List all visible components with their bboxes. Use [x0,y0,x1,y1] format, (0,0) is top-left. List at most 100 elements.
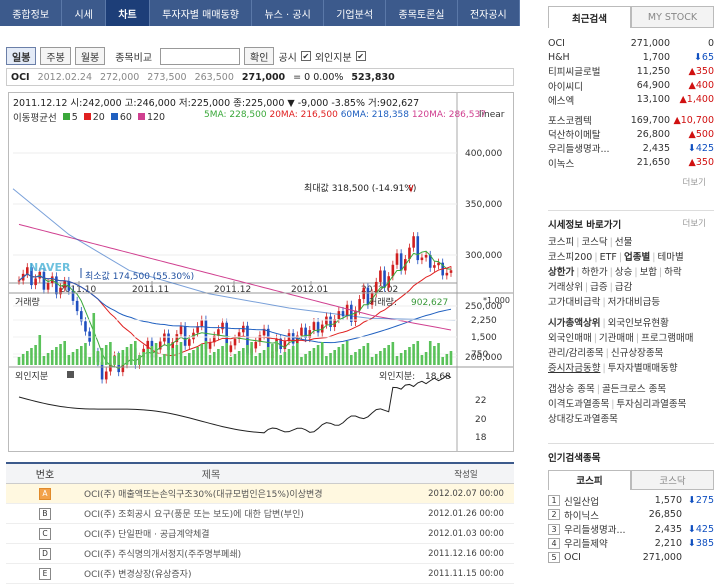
shortcut-link[interactable]: 이격도과열종목 [548,399,609,410]
compare-input[interactable] [160,47,241,65]
popular-name[interactable]: OCI [564,552,636,563]
shortcut-link[interactable]: 기관매매 [599,333,634,344]
ma120-legend[interactable]: 120 [137,112,165,123]
shortcut-link[interactable]: 저가대비급등 [608,297,660,308]
recent-item[interactable]: 우리들생명과... 2,435 ⬇425 [548,141,714,156]
nav-tab-4[interactable]: 뉴스 · 공시 [252,0,325,26]
recent-item[interactable]: H&H 1,700 ⬇65 [548,50,714,64]
shortcut-link[interactable]: 코스피200 [548,252,592,263]
shortcut-link[interactable]: 투자심리과열종목 [616,399,686,410]
popular-item[interactable]: 3 우리들생명과... 2,435 ⬇425 [548,522,714,536]
shortcut-link[interactable]: 갭상승 종목 [548,384,595,395]
tab-recent[interactable]: 최근검색 [548,6,631,28]
recent-name[interactable]: 덕산하이메탈 [548,127,624,141]
shortcut-more-link[interactable]: 더보기 [683,217,714,231]
recent-name[interactable]: 티피씨글로벌 [548,64,624,78]
row-title[interactable]: OCI(주) 매출액또는손익구조30%(대규모법인은15%)이상변경 [84,487,418,500]
board-row[interactable]: D OCI(주) 주식명의개서정지(주주명부폐쇄) 2011.12.16 00:00 [6,544,514,564]
foreign-checkbox[interactable]: ✔ [355,51,366,61]
shortcut-link[interactable]: 외국인보유현황 [608,318,669,329]
ma60-legend[interactable]: 60 [110,112,132,123]
shortcut-link[interactable]: 신규상장종목 [611,348,663,359]
row-title[interactable]: OCI(주) 조회공시 요구(풍문 또는 보도)에 대한 답변(부인) [84,507,418,520]
row-title[interactable]: OCI(주) 단일판매 · 공급계약체결 [84,527,418,540]
shortcut-link[interactable]: 상한가 [548,267,574,278]
shortcut-link[interactable]: 외국인매매 [548,333,592,344]
popular-name[interactable]: 우리들생명과... [564,522,636,536]
confirm-button[interactable]: 확인 [244,47,275,65]
recent-item[interactable]: 포스코켐텍 169,700 ▲10,700 [548,113,714,128]
nav-tab-1[interactable]: 시세 [62,0,107,26]
shortcut-link[interactable]: 관리/감리종목 [548,348,604,359]
row-title[interactable]: OCI(주) 주식명의개서정지(주주명부폐쇄) [84,547,418,560]
shortcut-link[interactable]: 급증 [590,282,607,293]
recent-name[interactable]: 아이씨디 [548,79,624,93]
recent-name[interactable]: 우리들생명과... [548,141,624,155]
shortcut-link[interactable]: 코스피 [548,237,574,248]
shortcut-link[interactable]: ETF [600,252,617,263]
board-row[interactable]: B OCI(주) 조회공시 요구(풍문 또는 보도)에 대한 답변(부인) 2012… [6,504,514,524]
shortcut-link[interactable]: 선물 [615,237,632,248]
shortcut-link[interactable]: 업종별 [624,252,650,263]
nav-tab-3[interactable]: 투자자별 매매동향 [150,0,253,26]
ma5-legend[interactable]: 5 [62,112,78,123]
popular-item[interactable]: 5 OCI 271,000 [548,550,714,564]
nav-tab-6[interactable]: 종목토론실 [386,0,458,26]
recent-more-link[interactable]: 더보기 [548,176,714,188]
recent-item[interactable]: OCI 271,000 0 [548,36,714,50]
recent-name[interactable]: 이녹스 [548,156,624,170]
ma20-legend[interactable]: 20 [83,112,105,123]
monthly-button[interactable]: 월봉 [74,47,106,65]
recent-item[interactable]: 덕산하이메탈 26,800 ▲500 [548,127,714,142]
shortcut-link[interactable]: 증시자금동향 [548,363,600,374]
recent-name[interactable]: H&H [548,52,624,63]
nav-tab-2[interactable]: 차트 [106,0,150,26]
volume-bar [192,350,195,365]
disclosure-checkbox[interactable]: ✔ [300,51,311,61]
shortcut-link[interactable]: 시가총액상위 [548,318,600,329]
popular-item[interactable]: 1 신일산업 1,570 ⬇275 [548,494,714,508]
popular-name[interactable]: 하이닉스 [564,508,636,522]
nav-tab-7[interactable]: 전자공시 [458,0,520,26]
stock-chart[interactable]: 2011.12.12 시:242,000 고:246,000 저:225,000… [8,92,514,452]
tab-kosdaq[interactable]: 코스닥 [631,469,714,490]
shortcut-link[interactable]: 상대강도과열종목 [548,414,618,425]
popular-name[interactable]: 우리들제약 [564,536,636,550]
tab-kospi[interactable]: 코스피 [548,469,631,490]
recent-item[interactable]: 에스엑 13,100 ▲1,400 [548,93,714,107]
shortcut-link[interactable]: 하락 [664,267,681,278]
board-row[interactable]: E OCI(주) 변경상장(유상증자) 2011.11.15 00:00 [6,564,514,584]
nav-tab-5[interactable]: 기업분석 [324,0,387,26]
board-row[interactable]: C OCI(주) 단일판매 · 공급계약체결 2012.01.03 00:00 [6,524,514,544]
shortcut-link[interactable]: 테마별 [657,252,683,263]
shortcut-link[interactable]: 보합 [640,267,657,278]
recent-item[interactable]: 이녹스 21,650 ▲350 [548,156,714,170]
shortcut-link[interactable]: 골든크로스 종목 [602,384,666,395]
nav-tab-0[interactable]: 종합정보 [0,0,63,26]
recent-item[interactable]: 티피씨글로벌 11,250 ▲350 [548,64,714,79]
popular-item[interactable]: 2 하이닉스 26,850 [548,508,714,522]
shortcut-link[interactable]: 상승 [615,267,632,278]
popular-item[interactable]: 4 우리들제약 2,210 ⬇385 [548,536,714,550]
recent-name[interactable]: 포스코켐텍 [548,113,624,127]
daily-button[interactable]: 일봉 [6,47,37,65]
separator: | [652,251,656,263]
popular-name[interactable]: 신일산업 [564,494,636,508]
board-row[interactable]: A OCI(주) 매출액또는손익구조30%(대규모법인은15%)이상변경 2012.… [6,484,514,504]
weekly-button[interactable]: 주봉 [40,47,71,65]
recent-item[interactable]: 아이씨디 64,900 ▲400 [548,79,714,93]
tab-mystock[interactable]: MY STOCK [631,6,714,28]
shortcut-link[interactable]: 거래상위 [548,282,583,293]
chart-canvas[interactable]: linear400,000350,000300,000250,000200,00… [9,93,513,451]
shortcut-link[interactable]: 코스닥 [581,237,607,248]
shortcut-link[interactable]: 급감 [615,282,632,293]
shortcut-link[interactable]: 투자자별매매동향 [608,363,678,374]
shortcut-link[interactable]: 프로그램매매 [641,333,693,344]
shortcut-link[interactable]: 하한가 [581,267,607,278]
volume-bar [171,348,174,365]
recent-name[interactable]: OCI [548,38,624,49]
recent-name[interactable]: 에스엑 [548,93,624,107]
shortcut-link[interactable]: 고가대비급락 [548,297,600,308]
change-arrow-icon: ▲ [688,65,696,77]
row-title[interactable]: OCI(주) 변경상장(유상증자) [84,567,418,580]
